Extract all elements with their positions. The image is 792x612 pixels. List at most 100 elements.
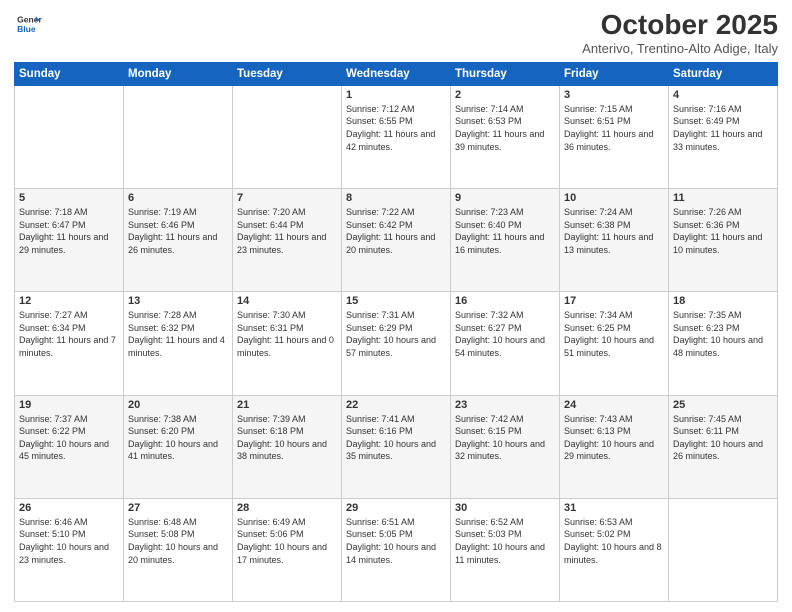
calendar-cell: 26 Sunrise: 6:46 AM Sunset: 5:10 PM Dayli… <box>15 498 124 601</box>
day-info: Sunrise: 7:20 AM Sunset: 6:44 PM Dayligh… <box>237 206 337 256</box>
day-number: 29 <box>346 502 446 514</box>
calendar-cell: 13Sunrise: 7:28 AM Sunset: 6:32 PM Dayli… <box>124 292 233 395</box>
day-number: 22 <box>346 399 446 411</box>
page: General Blue October 2025 Anterivo, Tren… <box>0 0 792 612</box>
week-row-4: 19Sunrise: 7:37 AM Sunset: 6:22 PM Dayli… <box>15 395 778 498</box>
calendar-body: 1 Sunrise: 7:12 AM Sunset: 6:55 PM Daylig… <box>15 85 778 601</box>
subtitle: Anterivo, Trentino-Alto Adige, Italy <box>582 41 778 56</box>
day-number: 28 <box>237 502 337 514</box>
day-info: Sunrise: 6:52 AM Sunset: 5:03 PM Dayligh… <box>455 516 555 566</box>
calendar-cell: 30 Sunrise: 6:52 AM Sunset: 5:03 PM Dayli… <box>451 498 560 601</box>
calendar-cell <box>124 85 233 188</box>
logo: General Blue <box>14 10 42 38</box>
calendar-cell: 22Sunrise: 7:41 AM Sunset: 6:16 PM Dayli… <box>342 395 451 498</box>
day-number: 7 <box>237 192 337 204</box>
day-info: Sunrise: 7:34 AM Sunset: 6:25 PM Dayligh… <box>564 309 664 359</box>
day-info: Sunrise: 7:18 AM Sunset: 6:47 PM Dayligh… <box>19 206 119 256</box>
month-title: October 2025 <box>582 10 778 41</box>
day-number: 15 <box>346 295 446 307</box>
day-number: 12 <box>19 295 119 307</box>
weekday-header-sunday: Sunday <box>15 62 124 85</box>
day-info: Sunrise: 7:35 AM Sunset: 6:23 PM Dayligh… <box>673 309 773 359</box>
day-info: Sunrise: 7:15 AM Sunset: 6:51 PM Dayligh… <box>564 103 664 153</box>
calendar-cell: 29 Sunrise: 6:51 AM Sunset: 5:05 PM Dayli… <box>342 498 451 601</box>
calendar-cell: 5 Sunrise: 7:18 AM Sunset: 6:47 PM Daylig… <box>15 189 124 292</box>
svg-text:Blue: Blue <box>17 24 36 34</box>
calendar-cell: 31 Sunrise: 6:53 AM Sunset: 5:02 PM Dayli… <box>560 498 669 601</box>
week-row-1: 1 Sunrise: 7:12 AM Sunset: 6:55 PM Daylig… <box>15 85 778 188</box>
calendar-cell: 11 Sunrise: 7:26 AM Sunset: 6:36 PM Dayli… <box>669 189 778 292</box>
calendar-cell: 17Sunrise: 7:34 AM Sunset: 6:25 PM Dayli… <box>560 292 669 395</box>
day-number: 23 <box>455 399 555 411</box>
day-number: 1 <box>346 89 446 101</box>
day-number: 11 <box>673 192 773 204</box>
day-info: Sunrise: 7:22 AM Sunset: 6:42 PM Dayligh… <box>346 206 446 256</box>
day-number: 30 <box>455 502 555 514</box>
calendar-cell: 14Sunrise: 7:30 AM Sunset: 6:31 PM Dayli… <box>233 292 342 395</box>
calendar-cell: 21Sunrise: 7:39 AM Sunset: 6:18 PM Dayli… <box>233 395 342 498</box>
title-block: October 2025 Anterivo, Trentino-Alto Adi… <box>582 10 778 56</box>
day-info: Sunrise: 7:42 AM Sunset: 6:15 PM Dayligh… <box>455 413 555 463</box>
day-info: Sunrise: 7:23 AM Sunset: 6:40 PM Dayligh… <box>455 206 555 256</box>
day-number: 26 <box>19 502 119 514</box>
weekday-header-friday: Friday <box>560 62 669 85</box>
day-number: 27 <box>128 502 228 514</box>
day-number: 4 <box>673 89 773 101</box>
day-info: Sunrise: 7:19 AM Sunset: 6:46 PM Dayligh… <box>128 206 228 256</box>
logo-icon: General Blue <box>14 10 42 38</box>
day-info: Sunrise: 6:48 AM Sunset: 5:08 PM Dayligh… <box>128 516 228 566</box>
calendar-cell: 3 Sunrise: 7:15 AM Sunset: 6:51 PM Daylig… <box>560 85 669 188</box>
day-info: Sunrise: 7:12 AM Sunset: 6:55 PM Dayligh… <box>346 103 446 153</box>
weekday-header-row: SundayMondayTuesdayWednesdayThursdayFrid… <box>15 62 778 85</box>
calendar-cell: 8Sunrise: 7:22 AM Sunset: 6:42 PM Daylig… <box>342 189 451 292</box>
day-number: 20 <box>128 399 228 411</box>
day-number: 6 <box>128 192 228 204</box>
day-number: 19 <box>19 399 119 411</box>
day-info: Sunrise: 7:27 AM Sunset: 6:34 PM Dayligh… <box>19 309 119 359</box>
calendar-cell: 20Sunrise: 7:38 AM Sunset: 6:20 PM Dayli… <box>124 395 233 498</box>
calendar-cell: 19Sunrise: 7:37 AM Sunset: 6:22 PM Dayli… <box>15 395 124 498</box>
day-number: 10 <box>564 192 664 204</box>
day-number: 24 <box>564 399 664 411</box>
day-info: Sunrise: 7:28 AM Sunset: 6:32 PM Dayligh… <box>128 309 228 359</box>
week-row-3: 12 Sunrise: 7:27 AM Sunset: 6:34 PM Dayli… <box>15 292 778 395</box>
weekday-header-wednesday: Wednesday <box>342 62 451 85</box>
day-info: Sunrise: 6:53 AM Sunset: 5:02 PM Dayligh… <box>564 516 664 566</box>
day-number: 16 <box>455 295 555 307</box>
day-info: Sunrise: 7:45 AM Sunset: 6:11 PM Dayligh… <box>673 413 773 463</box>
day-info: Sunrise: 6:49 AM Sunset: 5:06 PM Dayligh… <box>237 516 337 566</box>
day-number: 25 <box>673 399 773 411</box>
calendar-cell: 27 Sunrise: 6:48 AM Sunset: 5:08 PM Dayli… <box>124 498 233 601</box>
calendar-cell <box>15 85 124 188</box>
day-number: 31 <box>564 502 664 514</box>
day-number: 2 <box>455 89 555 101</box>
day-info: Sunrise: 7:16 AM Sunset: 6:49 PM Dayligh… <box>673 103 773 153</box>
calendar-cell: 25 Sunrise: 7:45 AM Sunset: 6:11 PM Dayli… <box>669 395 778 498</box>
calendar-cell: 7 Sunrise: 7:20 AM Sunset: 6:44 PM Daylig… <box>233 189 342 292</box>
day-number: 14 <box>237 295 337 307</box>
calendar-cell: 10Sunrise: 7:24 AM Sunset: 6:38 PM Dayli… <box>560 189 669 292</box>
calendar: SundayMondayTuesdayWednesdayThursdayFrid… <box>14 62 778 602</box>
calendar-cell: 12 Sunrise: 7:27 AM Sunset: 6:34 PM Dayli… <box>15 292 124 395</box>
calendar-cell: 2 Sunrise: 7:14 AM Sunset: 6:53 PM Daylig… <box>451 85 560 188</box>
calendar-cell: 9Sunrise: 7:23 AM Sunset: 6:40 PM Daylig… <box>451 189 560 292</box>
calendar-cell: 6 Sunrise: 7:19 AM Sunset: 6:46 PM Daylig… <box>124 189 233 292</box>
day-info: Sunrise: 7:43 AM Sunset: 6:13 PM Dayligh… <box>564 413 664 463</box>
day-info: Sunrise: 7:31 AM Sunset: 6:29 PM Dayligh… <box>346 309 446 359</box>
calendar-cell: 16 Sunrise: 7:32 AM Sunset: 6:27 PM Dayli… <box>451 292 560 395</box>
weekday-header-monday: Monday <box>124 62 233 85</box>
calendar-cell: 18Sunrise: 7:35 AM Sunset: 6:23 PM Dayli… <box>669 292 778 395</box>
calendar-cell: 4 Sunrise: 7:16 AM Sunset: 6:49 PM Daylig… <box>669 85 778 188</box>
day-info: Sunrise: 7:26 AM Sunset: 6:36 PM Dayligh… <box>673 206 773 256</box>
calendar-cell: 1 Sunrise: 7:12 AM Sunset: 6:55 PM Daylig… <box>342 85 451 188</box>
day-info: Sunrise: 7:14 AM Sunset: 6:53 PM Dayligh… <box>455 103 555 153</box>
day-info: Sunrise: 6:46 AM Sunset: 5:10 PM Dayligh… <box>19 516 119 566</box>
day-number: 5 <box>19 192 119 204</box>
day-number: 3 <box>564 89 664 101</box>
day-info: Sunrise: 7:32 AM Sunset: 6:27 PM Dayligh… <box>455 309 555 359</box>
day-info: Sunrise: 6:51 AM Sunset: 5:05 PM Dayligh… <box>346 516 446 566</box>
week-row-5: 26 Sunrise: 6:46 AM Sunset: 5:10 PM Dayli… <box>15 498 778 601</box>
day-number: 21 <box>237 399 337 411</box>
calendar-cell <box>233 85 342 188</box>
weekday-header-tuesday: Tuesday <box>233 62 342 85</box>
